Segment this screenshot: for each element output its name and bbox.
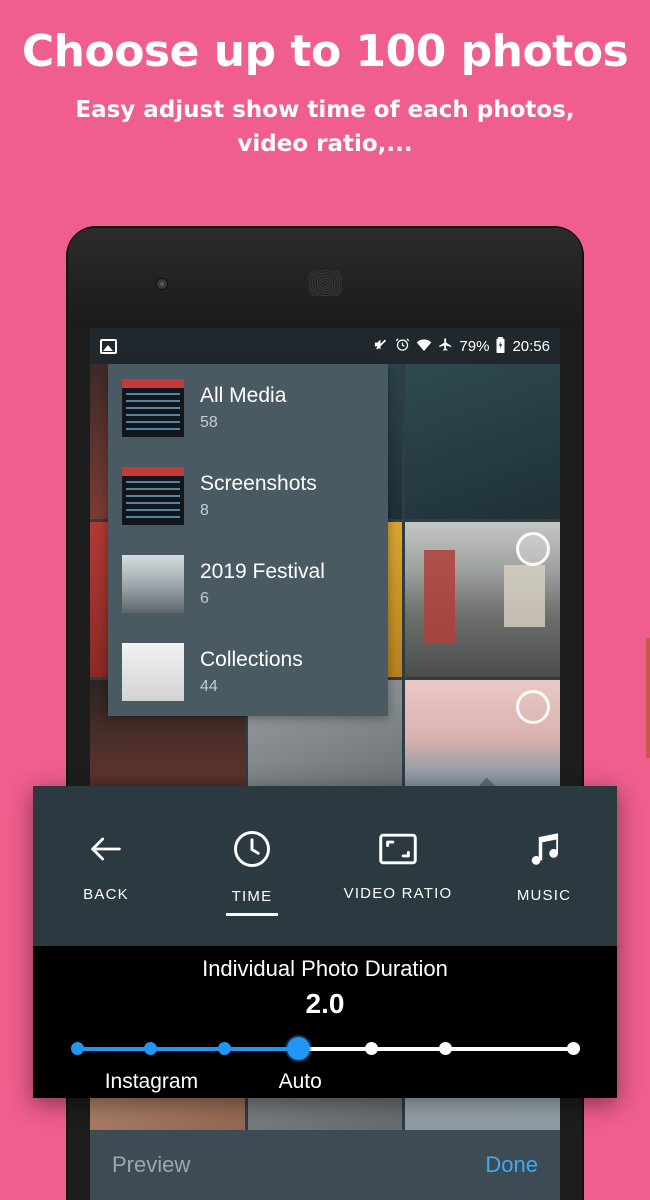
battery-percent: 79% <box>459 337 490 355</box>
slider-tick[interactable] <box>438 1042 452 1055</box>
mute-icon <box>372 337 389 355</box>
duration-section: Individual Photo Duration 2.0 Instagram … <box>33 946 617 1098</box>
slider-tick[interactable] <box>217 1042 231 1055</box>
toolbar-label-video-ratio: VIDEO RATIO <box>343 885 453 902</box>
toolbar-item-video-ratio[interactable]: VIDEO RATIO <box>325 786 471 946</box>
album-count: 44 <box>200 677 218 695</box>
phone-bezel-top <box>68 228 582 328</box>
album-thumbnail <box>122 643 184 701</box>
image-icon <box>100 338 117 354</box>
promo-title: Choose up to 100 photos <box>21 26 629 77</box>
done-button[interactable]: Done <box>485 1152 538 1178</box>
album-name: Collections <box>200 648 303 672</box>
slider-tick[interactable] <box>567 1042 580 1055</box>
album-thumbnail <box>122 555 184 613</box>
slider-knob[interactable] <box>286 1037 310 1060</box>
duration-title: Individual Photo Duration <box>202 956 448 981</box>
album-name: 2019 Festival <box>200 560 325 584</box>
album-name: All Media <box>200 384 287 408</box>
battery-icon <box>495 336 506 356</box>
alarm-icon <box>395 337 410 355</box>
music-note-icon <box>523 828 565 875</box>
album-dropdown[interactable]: All Media 58 Screenshots 8 2019 Festival… <box>108 364 388 716</box>
album-item-all-media[interactable]: All Media 58 <box>108 364 388 452</box>
clock-time: 20:56 <box>512 337 550 355</box>
toolbar-item-music[interactable]: MUSIC <box>471 786 617 946</box>
selection-circle-icon[interactable] <box>516 532 550 566</box>
slider-label-row: Instagram Auto <box>77 1070 573 1096</box>
duration-value: 2.0 <box>305 988 345 1019</box>
album-item-collections[interactable]: Collections 44 <box>108 628 388 716</box>
album-text-group: Collections 44 <box>200 648 303 695</box>
airplane-icon <box>438 337 453 355</box>
album-thumbnail <box>122 467 184 525</box>
album-item-screenshots[interactable]: Screenshots 8 <box>108 452 388 540</box>
editor-toolbar: BACK TIME VIDEO RATIO MUSIC <box>33 786 617 946</box>
slider-tick[interactable] <box>144 1042 158 1055</box>
toolbar-item-time[interactable]: TIME <box>179 786 325 946</box>
toolbar-label-back: BACK <box>83 886 129 903</box>
slider-label-instagram: Instagram <box>104 1070 199 1093</box>
earpiece-speaker <box>308 270 342 296</box>
album-name: Screenshots <box>200 472 317 496</box>
slider-tick[interactable] <box>365 1042 379 1055</box>
slider-fill <box>77 1047 298 1051</box>
toolbar-label-time: TIME <box>231 888 273 905</box>
camera-lens-dot <box>160 282 164 286</box>
album-thumbnail <box>122 379 184 437</box>
promo-subtitle: Easy adjust show time of each photos, vi… <box>75 97 575 157</box>
clock-icon <box>230 827 274 876</box>
slider-label-auto: Auto <box>278 1070 322 1093</box>
album-text-group: 2019 Festival 6 <box>200 560 325 607</box>
album-text-group: Screenshots 8 <box>200 472 317 519</box>
album-count: 8 <box>200 501 209 519</box>
aspect-ratio-icon <box>377 830 419 873</box>
album-item-2019-festival[interactable]: 2019 Festival 6 <box>108 540 388 628</box>
preview-button[interactable]: Preview <box>112 1152 190 1178</box>
bottom-action-bar: Preview Done <box>90 1130 560 1200</box>
album-text-group: All Media 58 <box>200 384 286 431</box>
wifi-icon <box>416 338 432 355</box>
status-bar-left <box>100 338 117 354</box>
status-bar-right: 79% 20:56 <box>372 336 550 356</box>
duration-slider[interactable] <box>71 1037 580 1060</box>
photo-cell[interactable] <box>405 522 560 677</box>
phone-side-right <box>646 638 650 758</box>
promo-header: Choose up to 100 photos Easy adjust show… <box>0 0 650 200</box>
selection-circle-icon[interactable] <box>516 690 550 724</box>
slider-tick[interactable] <box>71 1042 84 1055</box>
album-count: 6 <box>200 589 209 607</box>
toolbar-label-music: MUSIC <box>516 887 572 904</box>
editor-panel: BACK TIME VIDEO RATIO MUSIC Individual P… <box>33 786 617 1098</box>
album-count: 58 <box>200 413 218 431</box>
arrow-left-icon <box>84 829 128 874</box>
photo-cell[interactable] <box>405 364 560 519</box>
status-bar: 79% 20:56 <box>90 328 560 364</box>
toolbar-item-back[interactable]: BACK <box>33 786 179 946</box>
